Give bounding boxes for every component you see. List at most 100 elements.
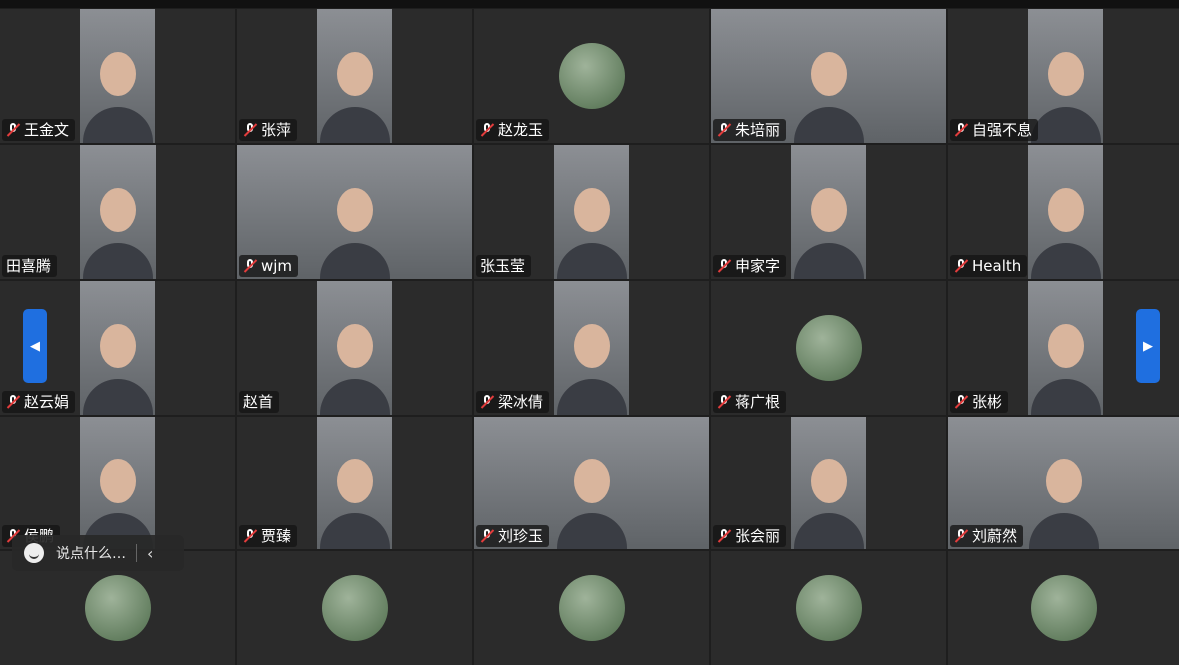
participant-avatar [558,575,625,641]
person-body [1030,107,1101,143]
person-head [99,459,136,504]
participant-name-tag: 蒋广根 [713,391,787,413]
mic-muted-icon [954,123,968,137]
mic-muted-icon [954,259,968,273]
participant-video [80,417,155,549]
mic-muted-icon [243,123,257,137]
participant-avatar [795,315,862,381]
person-head [1047,51,1084,96]
participant-tile[interactable]: 梁冰倩 [474,281,709,415]
participant-avatar [795,575,862,641]
person-body [793,107,864,143]
participant-tile[interactable] [711,551,946,665]
participant-name: 张会丽 [735,527,781,545]
person-head [336,323,373,368]
person-body [1028,513,1099,549]
participant-name: 蒋广根 [735,393,781,411]
participant-avatar [1030,575,1097,641]
participant-name-tag: 张萍 [239,119,298,141]
mic-muted-icon [717,123,731,137]
chat-placeholder[interactable]: 说点什么… [56,543,126,563]
participant-tile[interactable]: 申家字 [711,145,946,279]
participant-tile[interactable]: 张萍 [237,9,472,143]
participant-video [791,145,866,279]
next-page-button[interactable]: ▶ [1136,309,1160,383]
person-head [573,323,610,368]
participant-name-tag: 刘珍玉 [476,525,550,547]
person-head [810,187,847,232]
person-head [99,51,136,96]
chat-input-bar[interactable]: 说点什么… ‹ [12,535,184,571]
participant-name: 张玉莹 [480,257,526,275]
mic-muted-icon [717,529,731,543]
participant-name-tag: Health [950,255,1028,277]
participant-tile[interactable]: 田喜腾 [0,145,235,279]
person-head [810,51,847,96]
participant-tile[interactable]: 贾臻 [237,417,472,549]
person-head [1047,323,1084,368]
participant-tile[interactable] [948,551,1179,665]
participant-name: 朱培丽 [735,121,781,139]
participant-name-tag: 王金文 [2,119,76,141]
participant-video [317,9,392,143]
mic-muted-icon [6,123,20,137]
participant-video [554,281,629,415]
participant-name: 刘珍玉 [498,527,544,545]
participant-name: 申家字 [735,257,781,275]
participant-name: wjm [261,257,293,275]
person-head [1045,459,1082,504]
chevron-left-icon: ◀ [30,338,40,354]
participant-name-tag: 刘蔚然 [950,525,1024,547]
participant-tile[interactable]: Health [948,145,1179,279]
participant-tile[interactable]: 刘蔚然 [948,417,1179,549]
person-head [1047,187,1084,232]
person-body [83,243,153,279]
participant-name: 自强不息 [972,121,1033,139]
person-body [793,243,864,279]
participant-tile[interactable] [237,551,472,665]
participant-tile[interactable]: 王金文 [0,9,235,143]
participant-tile[interactable]: 刘珍玉 [474,417,709,549]
participant-avatar [321,575,388,641]
mic-muted-icon [717,259,731,273]
participant-tile[interactable]: 张会丽 [711,417,946,549]
person-body [319,513,390,549]
participant-tile[interactable]: wjm [237,145,472,279]
participant-tile[interactable]: 蒋广根 [711,281,946,415]
participant-name: 赵首 [243,393,274,411]
participant-tile[interactable]: 赵龙玉 [474,9,709,143]
participant-video [317,417,392,549]
participant-name-tag: 张会丽 [713,525,787,547]
person-body [556,243,627,279]
person-body [82,379,153,415]
participant-video [317,281,392,415]
chevron-right-icon: ▶ [1143,338,1153,354]
participant-name-tag: 梁冰倩 [476,391,550,413]
participant-name: 梁冰倩 [498,393,544,411]
participant-name-tag: 贾臻 [239,525,298,547]
person-head [99,323,136,368]
participant-tile[interactable] [474,551,709,665]
participant-video [80,281,155,415]
participant-video [1028,9,1103,143]
participant-name-tag: 张玉莹 [476,255,532,277]
participant-tile[interactable]: 赵首 [237,281,472,415]
emoji-icon[interactable] [24,543,44,563]
mic-muted-icon [717,395,731,409]
participant-video [1028,145,1103,279]
participant-tile[interactable]: 张玉莹 [474,145,709,279]
person-head [810,459,847,504]
participant-avatar [84,575,151,641]
divider [136,544,137,562]
participant-name-tag: 赵龙玉 [476,119,550,141]
participant-tile[interactable]: 朱培丽 [711,9,946,143]
participant-name: 王金文 [24,121,70,139]
participant-tile[interactable]: 自强不息 [948,9,1179,143]
mic-muted-icon [243,259,257,273]
participant-tile[interactable]: 侯鹏 [0,417,235,549]
person-head [336,187,373,232]
participant-name: Health [972,257,1022,275]
prev-page-button[interactable]: ◀ [23,309,47,383]
participant-name-tag: 田喜腾 [2,255,58,277]
collapse-chevron-icon[interactable]: ‹ [147,544,153,563]
